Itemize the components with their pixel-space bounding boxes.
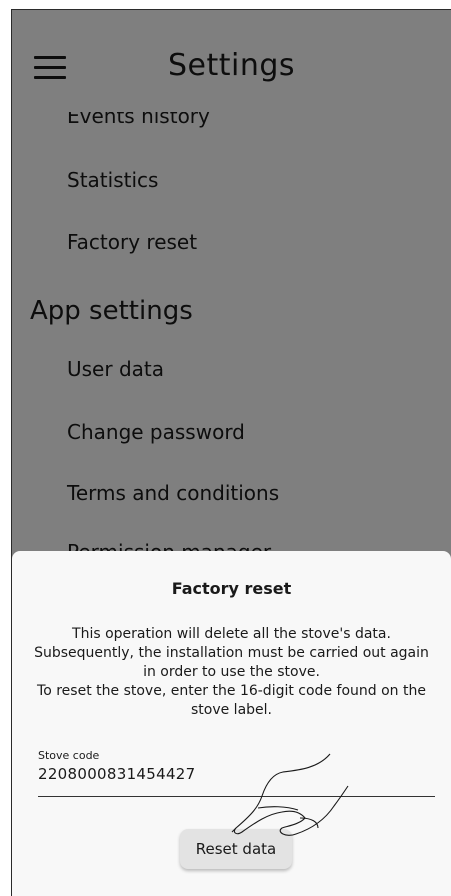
dialog-message-line: Subsequently, the installation must be c… xyxy=(34,645,429,680)
stove-code-label: Stove code xyxy=(38,749,100,762)
app-screen: Settings Events history Statistics Facto… xyxy=(12,10,451,896)
frame-border-top xyxy=(11,9,451,10)
dialog-message: This operation will delete all the stove… xyxy=(28,625,435,720)
factory-reset-sheet: Factory reset This operation will delete… xyxy=(12,551,451,896)
frame-border-left xyxy=(11,9,12,896)
reset-data-button[interactable]: Reset data xyxy=(180,829,292,869)
stove-code-input[interactable]: 2208000831454427 xyxy=(38,765,196,783)
dialog-title: Factory reset xyxy=(171,579,292,598)
stove-code-underline xyxy=(38,796,435,797)
dialog-message-line: To reset the stove, enter the 16-digit c… xyxy=(37,683,426,718)
dialog-message-line: This operation will delete all the stove… xyxy=(72,626,391,642)
